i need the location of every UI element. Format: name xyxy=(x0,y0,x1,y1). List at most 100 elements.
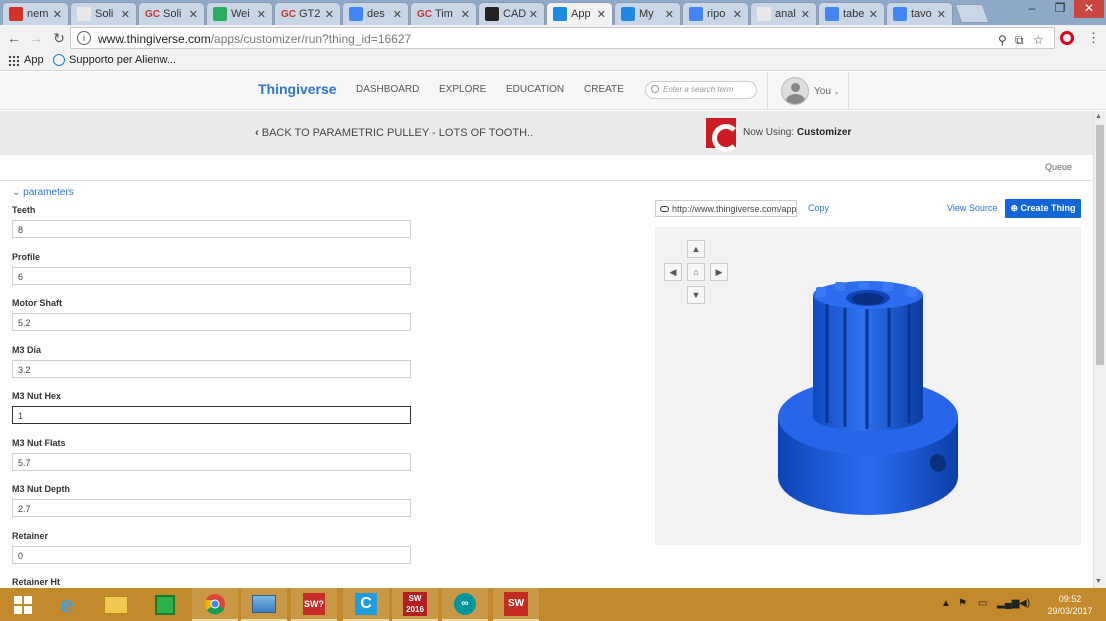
close-tab-icon[interactable]: ✕ xyxy=(937,8,946,21)
param-label: M3 Nut Flats xyxy=(12,437,66,448)
close-tab-icon[interactable]: ✕ xyxy=(529,8,538,21)
browser-tab[interactable]: nem ✕ xyxy=(2,2,69,25)
scroll-up-icon[interactable]: ▲ xyxy=(1095,113,1102,120)
browser-tab[interactable]: ripo ✕ xyxy=(682,2,749,25)
param-input[interactable]: 1 xyxy=(12,406,411,424)
close-tab-icon[interactable]: ✕ xyxy=(257,8,266,21)
taskbar-clock[interactable]: 09:52 29/03/2017 xyxy=(1040,593,1100,617)
nav-create[interactable]: CREATE xyxy=(584,84,624,95)
browser-tab[interactable]: tavo ✕ xyxy=(886,2,953,25)
param-label: Retainer xyxy=(12,530,49,541)
bookmark-apps[interactable]: App xyxy=(8,54,44,66)
windows-logo-icon xyxy=(14,595,32,614)
restore-icon[interactable]: ❐ xyxy=(1046,0,1074,18)
copy-link[interactable]: Copy xyxy=(808,203,829,213)
close-tab-icon[interactable]: ✕ xyxy=(869,8,878,21)
browser-tab[interactable]: anal ✕ xyxy=(750,2,817,25)
param-input[interactable]: 0 xyxy=(12,545,411,564)
close-tab-icon[interactable]: ✕ xyxy=(733,8,742,21)
param-input[interactable]: 6 xyxy=(12,266,411,285)
browser-tab[interactable]: GC Soli ✕ xyxy=(138,2,205,25)
scroll-down-icon[interactable]: ▼ xyxy=(1095,578,1102,585)
view-source-link[interactable]: View Source xyxy=(947,203,997,213)
browser-tab[interactable]: My ✕ xyxy=(614,2,681,25)
explorer-taskbar-button[interactable] xyxy=(93,588,139,621)
zoom-icon[interactable]: ⚲ xyxy=(998,33,1007,47)
close-tab-icon[interactable]: ✕ xyxy=(597,8,606,21)
bookmark-star-icon[interactable]: ☆ xyxy=(1033,33,1044,47)
browser-tab[interactable]: App ✕ xyxy=(546,2,613,25)
browser-tab-title: Tim xyxy=(435,8,453,20)
back-link[interactable]: ‹ BACK TO PARAMETRIC PULLEY - LOTS OF TO… xyxy=(255,127,533,139)
browser-tab[interactable]: GC Tim ✕ xyxy=(410,2,477,25)
tab-favicon-prefix: GC xyxy=(281,8,296,20)
bookmark-support[interactable]: Supporto per Alienw... xyxy=(53,54,176,66)
browser-tab[interactable]: CAD ✕ xyxy=(478,2,545,25)
chrome-taskbar-button[interactable] xyxy=(192,588,238,621)
param-input[interactable]: 3.2 xyxy=(12,359,411,378)
solidworks-help-taskbar-button[interactable]: SW? xyxy=(291,588,337,621)
close-tab-icon[interactable]: ✕ xyxy=(801,8,810,21)
thingiverse-logo[interactable]: Thingiverse xyxy=(258,81,337,97)
browser-tab-title: tabe xyxy=(843,8,865,20)
arduino-taskbar-button[interactable]: ∞ xyxy=(442,588,488,621)
nav-dashboard[interactable]: DASHBOARD xyxy=(356,84,419,95)
close-tab-icon[interactable]: ✕ xyxy=(121,8,130,21)
google-icon xyxy=(893,7,907,21)
scrollbar-thumb[interactable] xyxy=(1096,125,1104,365)
close-tab-icon[interactable]: ✕ xyxy=(189,8,198,21)
browser-toolbar: ← → ↻ i www.thingiverse.com/apps/customi… xyxy=(0,25,1106,51)
flag-icon[interactable]: ⚑ xyxy=(958,598,967,609)
param-input[interactable]: 5.7 xyxy=(12,452,411,471)
reload-icon[interactable]: ↻ xyxy=(50,29,68,47)
browser-tab[interactable]: tabe ✕ xyxy=(818,2,885,25)
opera-extension-icon[interactable] xyxy=(1060,31,1074,45)
info-icon[interactable]: i xyxy=(77,31,91,45)
pulley-model xyxy=(778,281,958,515)
close-tab-icon[interactable]: ✕ xyxy=(665,8,674,21)
customizer-taskbar-button[interactable]: C xyxy=(343,588,389,621)
search-icon xyxy=(651,85,659,93)
battery-icon[interactable]: ▭ xyxy=(978,598,987,609)
browser-tab[interactable]: Soli ✕ xyxy=(70,2,137,25)
browser-tab[interactable]: des ✕ xyxy=(342,2,409,25)
minimize-icon[interactable]: – xyxy=(1018,0,1046,18)
parameters-toggle[interactable]: ⌄ parameters xyxy=(12,187,74,198)
volume-icon[interactable]: ◀) xyxy=(1019,598,1030,609)
network-icon[interactable]: ▂▄▆ xyxy=(997,598,1019,609)
windows-taskbar: e SW? C SW 2016 ∞ SW ▲ ⚑ ▭ ▂▄▆ ◀) xyxy=(0,588,1106,621)
user-menu[interactable]: You ⌄ xyxy=(814,86,840,97)
queue-link[interactable]: Queue xyxy=(1045,162,1072,172)
nav-explore[interactable]: EXPLORE xyxy=(439,84,486,95)
close-tab-icon[interactable]: ✕ xyxy=(53,8,62,21)
ie-taskbar-button[interactable]: e xyxy=(44,588,90,621)
browser-tab[interactable]: Wei ✕ xyxy=(206,2,273,25)
nav-education[interactable]: EDUCATION xyxy=(506,84,564,95)
doc-icon xyxy=(757,7,771,21)
close-window-icon[interactable]: ✕ xyxy=(1074,0,1104,18)
model-viewer[interactable]: ▲ ◀ ⌂ ▶ ▼ xyxy=(655,227,1081,545)
start-button[interactable] xyxy=(0,588,46,621)
avatar[interactable] xyxy=(781,77,809,105)
solidworks-taskbar-button[interactable]: SW xyxy=(493,588,539,621)
forward-icon[interactable]: → xyxy=(27,29,45,47)
param-input[interactable]: 2.7 xyxy=(12,499,411,517)
menu-icon[interactable]: ⋮ xyxy=(1087,30,1100,46)
new-tab-button[interactable] xyxy=(954,4,990,23)
close-tab-icon[interactable]: ✕ xyxy=(325,8,334,21)
browser-tab[interactable]: GC GT2 ✕ xyxy=(274,2,341,25)
create-thing-button[interactable]: ⊕ Create Thing xyxy=(1005,199,1081,218)
photos-taskbar-button[interactable] xyxy=(241,588,287,621)
close-tab-icon[interactable]: ✕ xyxy=(393,8,402,21)
back-icon[interactable]: ← xyxy=(5,29,23,47)
store-taskbar-button[interactable] xyxy=(142,588,188,621)
param-input[interactable]: 8 xyxy=(12,220,411,238)
translate-icon[interactable]: ⧉ xyxy=(1015,33,1024,48)
param-input[interactable]: 5.2 xyxy=(12,313,411,331)
solidworks-2016-taskbar-button[interactable]: SW 2016 xyxy=(392,588,438,621)
show-hidden-icons-icon[interactable]: ▲ xyxy=(941,598,951,609)
search-input[interactable]: Enter a search term xyxy=(645,81,757,99)
share-link-field[interactable]: http://www.thingiverse.com/apps xyxy=(655,200,797,217)
close-tab-icon[interactable]: ✕ xyxy=(461,8,470,21)
address-bar[interactable]: i www.thingiverse.com/apps/customizer/ru… xyxy=(70,27,1055,49)
